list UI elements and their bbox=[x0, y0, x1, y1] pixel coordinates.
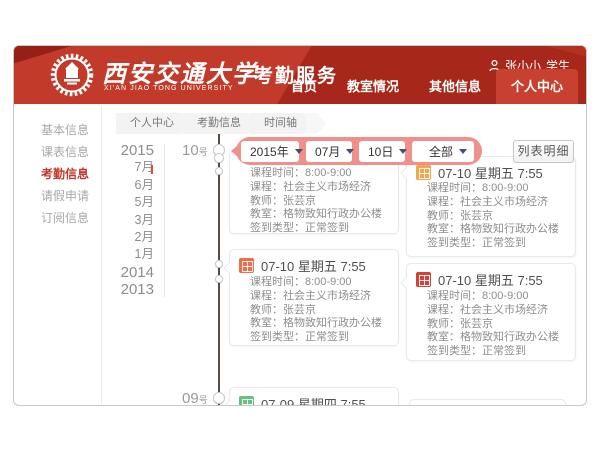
attendance-card-L2[interactable]: 07-10 星期五 7:55课程时间：8:00-9:00课程：社会主义市场经济教… bbox=[229, 249, 399, 346]
status-stamp-icon bbox=[239, 258, 254, 273]
timeline-entry-5月[interactable]: 5月 bbox=[109, 194, 154, 211]
app-header: 西安交通大学 XI'AN JIAO TONG UNIVERSITY 考勤服务 张… bbox=[14, 46, 586, 104]
breadcrumb-tail bbox=[306, 113, 326, 134]
card-field-课程时间: 课程时间：8:00-9:00 bbox=[250, 167, 394, 181]
card-field-教师: 教师：张芸京 bbox=[427, 210, 571, 224]
filter-bar: 2015年 07月 10日 全部 bbox=[236, 137, 482, 165]
timeline-entry-2015[interactable]: 2015 bbox=[109, 142, 154, 159]
timeline-entry-2013[interactable]: 2013 bbox=[109, 281, 154, 298]
card-field-教室: 教室：格物致知行政办公楼 bbox=[250, 208, 394, 222]
timeline-node-2 bbox=[214, 153, 224, 163]
chevron-down-icon bbox=[399, 149, 407, 158]
sidebar-divider bbox=[101, 106, 102, 406]
month-dropdown[interactable]: 07月 bbox=[306, 141, 352, 162]
attendance-card-R1[interactable]: 07-10 星期五 7:55课程时间：8:00-9:00课程：社会主义市场经济教… bbox=[406, 156, 576, 257]
card-field-签到类型: 签到类型：正常签到 bbox=[250, 331, 394, 345]
type-dropdown[interactable]: 全部 bbox=[412, 141, 474, 162]
timeline-node-5 bbox=[215, 275, 223, 283]
card-header: 07-10 星期五 7:55 bbox=[416, 163, 569, 182]
card-field-课程: 课程：社会主义市场经济 bbox=[427, 196, 571, 210]
card-arrow bbox=[223, 262, 234, 273]
card-fields: 课程时间：8:00-9:00课程：社会主义市场经济教师：张芸京教室：格物致知行政… bbox=[250, 167, 394, 236]
card-fields: 课程时间：8:00-9:00课程：社会主义市场经济教师：张芸京教室：格物致知行政… bbox=[250, 276, 394, 345]
timeline-node-6 bbox=[213, 392, 225, 404]
timeline-entry-2月[interactable]: 2月 bbox=[109, 229, 154, 246]
timeline-entry-1月[interactable]: 1月 bbox=[109, 246, 154, 263]
attendance-card-L3[interactable]: 07-09 星期四 7:55 bbox=[229, 387, 399, 406]
university-name-cn: 西安交通大学 bbox=[102, 54, 258, 89]
main-nav: 首页教室情况其他信息个人中心 bbox=[276, 69, 578, 104]
card-field-课程时间: 课程时间：8:00-9:00 bbox=[250, 276, 394, 290]
sidebar-item-2[interactable]: 课表信息 bbox=[14, 143, 101, 165]
sidebar-item-4[interactable]: 请假申请 bbox=[14, 187, 101, 209]
timeline-entry-6月[interactable]: 6月 bbox=[109, 177, 154, 194]
timeline-year-list: 20157月6月5月3月2月1月20142013 bbox=[109, 142, 154, 299]
card-date: 07-10 星期五 7:55 bbox=[438, 270, 543, 289]
nav-item-3[interactable]: 其他信息 bbox=[414, 76, 496, 104]
chevron-down-icon bbox=[295, 149, 303, 158]
card-header: 07-09 星期四 7:55 bbox=[239, 394, 392, 406]
university-name-en: XI'AN JIAO TONG UNIVERSITY bbox=[104, 85, 234, 92]
year-dropdown[interactable]: 2015年 bbox=[241, 141, 299, 162]
chevron-down-icon bbox=[346, 149, 354, 158]
sidebar: 基本信息课表信息考勤信息请假申请订阅信息 bbox=[14, 121, 101, 231]
status-stamp-icon bbox=[416, 165, 431, 180]
sidebar-item-5[interactable]: 订阅信息 bbox=[14, 209, 101, 231]
attendance-card-R2[interactable]: 07-10 星期五 7:55课程时间：8:00-9:00课程：社会主义市场经济教… bbox=[406, 263, 576, 361]
card-fields: 课程时间：8:00-9:00课程：社会主义市场经济教师：张芸京教室：格物致知行政… bbox=[427, 290, 571, 359]
timeline-entry-3月[interactable]: 3月 bbox=[109, 212, 154, 229]
timeline-entry-7月[interactable]: 7月 bbox=[109, 159, 154, 176]
sidebar-item-1[interactable]: 基本信息 bbox=[14, 121, 101, 143]
card-arrow bbox=[223, 400, 234, 406]
timeline-entry-2014[interactable]: 2014 bbox=[109, 264, 154, 281]
card-fields: 课程时间：8:00-9:00课程：社会主义市场经济教师：张芸京教室：格物致知行政… bbox=[427, 182, 571, 251]
status-stamp-icon bbox=[416, 272, 431, 287]
breadcrumb: 个人中心考勤信息时间轴 bbox=[116, 113, 319, 134]
timeline-node-3 bbox=[215, 167, 223, 175]
card-date: 07-09 星期四 7:55 bbox=[261, 394, 366, 406]
card-field-签到类型: 签到类型：正常签到 bbox=[427, 237, 571, 251]
card-field-教室: 教室：格物致知行政办公楼 bbox=[427, 331, 571, 345]
card-field-教师: 教师：张芸京 bbox=[250, 304, 394, 318]
day-marker-10: 10号 bbox=[182, 142, 208, 159]
nav-item-4[interactable]: 个人中心 bbox=[496, 69, 578, 104]
timeline-node-4 bbox=[215, 260, 223, 268]
university-seal-logo bbox=[50, 53, 94, 97]
card-field-教室: 教室：格物致知行政办公楼 bbox=[250, 317, 394, 331]
card-field-课程: 课程：社会主义市场经济 bbox=[250, 181, 394, 195]
day-dropdown[interactable]: 10日 bbox=[359, 141, 405, 162]
app-window: 西安交通大学 XI'AN JIAO TONG UNIVERSITY 考勤服务 张… bbox=[13, 45, 587, 406]
attendance-card-R3[interactable] bbox=[409, 399, 566, 406]
status-stamp-icon bbox=[239, 396, 254, 406]
card-date: 07-10 星期五 7:55 bbox=[261, 256, 366, 275]
card-arrow bbox=[400, 167, 411, 178]
card-field-课程时间: 课程时间：8:00-9:00 bbox=[427, 182, 571, 196]
breadcrumb-item-2[interactable]: 考勤信息 bbox=[183, 113, 257, 134]
current-month-tick bbox=[151, 165, 153, 174]
card-field-教师: 教师：张芸京 bbox=[427, 318, 571, 332]
card-field-课程: 课程：社会主义市场经济 bbox=[250, 290, 394, 304]
card-field-教室: 教室：格物致知行政办公楼 bbox=[427, 223, 571, 237]
nav-item-2[interactable]: 教室情况 bbox=[332, 76, 414, 104]
card-field-教师: 教师：张芸京 bbox=[250, 195, 394, 209]
card-date: 07-10 星期五 7:55 bbox=[438, 163, 543, 182]
year-list-divider bbox=[164, 144, 165, 297]
breadcrumb-item-3[interactable]: 时间轴 bbox=[250, 113, 313, 134]
day-marker-09: 09号 bbox=[182, 390, 208, 406]
card-arrow bbox=[400, 277, 411, 288]
card-field-签到类型: 签到类型：正常签到 bbox=[250, 222, 394, 236]
sidebar-item-3[interactable]: 考勤信息 bbox=[14, 165, 101, 187]
card-field-课程时间: 课程时间：8:00-9:00 bbox=[427, 290, 571, 304]
breadcrumb-item-1[interactable]: 个人中心 bbox=[116, 113, 190, 134]
chevron-down-icon bbox=[459, 149, 467, 158]
list-detail-button[interactable]: 列表明细 bbox=[513, 140, 574, 163]
card-header: 07-10 星期五 7:55 bbox=[416, 270, 569, 289]
nav-item-1[interactable]: 首页 bbox=[276, 76, 332, 104]
card-header: 07-10 星期五 7:55 bbox=[239, 256, 392, 275]
card-field-签到类型: 签到类型：正常签到 bbox=[427, 345, 571, 359]
card-field-课程: 课程：社会主义市场经济 bbox=[427, 304, 571, 318]
